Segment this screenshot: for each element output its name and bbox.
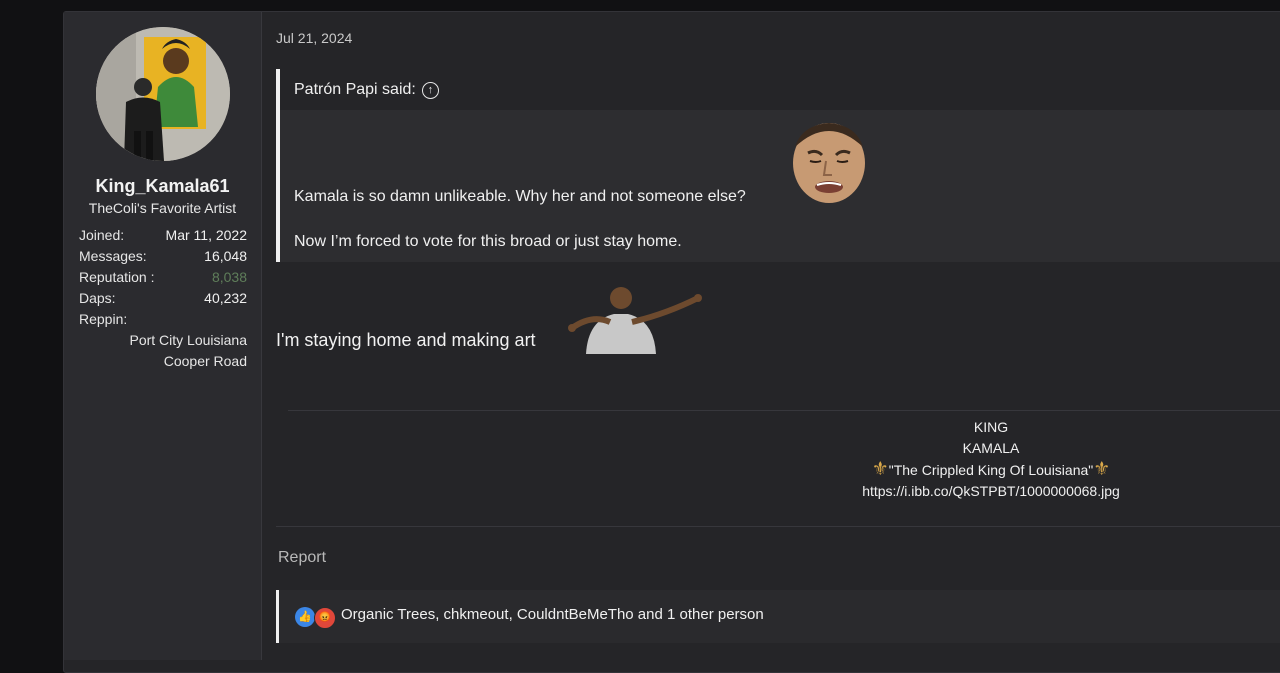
post-main: Jul 21, 2024 Patrón Papi said: ↑ Kamala i… [276, 12, 1280, 660]
avatar-image [96, 27, 230, 161]
stat-value: 8,038 [211, 269, 247, 285]
signature-link[interactable]: https://i.ibb.co/QkSTPBT/1000000068.jpg [776, 481, 1206, 502]
signature-quote: "The Crippled King Of Louisiana" [888, 462, 1094, 478]
stat-label: Reputation : [79, 269, 155, 285]
post-body-text: I'm staying home and making art [276, 330, 536, 350]
stat-reppin: Reppin: [79, 309, 247, 330]
stat-label: Joined: [79, 227, 125, 243]
reppin-line: Port City Louisiana [129, 332, 247, 348]
post-date[interactable]: Jul 21, 2024 [276, 30, 352, 46]
user-stats: Joined: Mar 11, 2022 Messages: 16,048 Re… [79, 225, 247, 372]
angry-face-icon: 😡 [314, 607, 336, 629]
stat-value: Mar 11, 2022 [165, 227, 247, 243]
stat-label: Reppin: [79, 311, 128, 327]
quote-text: Now I’m forced to vote for this broad or… [294, 233, 682, 250]
username[interactable]: King_Kamala61 [64, 176, 261, 197]
fleur-de-lis-icon: ⚜ [1093, 459, 1111, 480]
user-sidebar: King_Kamala61 TheColi's Favorite Artist … [64, 12, 262, 660]
footer-divider [276, 526, 1280, 527]
report-link[interactable]: Report [278, 549, 326, 567]
signature-line: KING [973, 419, 1009, 435]
emoji-face-image [793, 123, 865, 203]
signature-line: KAMALA [962, 440, 1020, 456]
stat-value[interactable]: 16,048 [204, 246, 247, 267]
stat-label: Daps: [79, 290, 116, 306]
signature-line: ⚜"The Crippled King Of Louisiana"⚜ [776, 459, 1206, 481]
reactions-list[interactable]: Organic Trees, chkmeout, CouldntBeMeTho … [341, 606, 764, 623]
stat-messages: Messages: 16,048 [79, 246, 247, 267]
stat-joined: Joined: Mar 11, 2022 [79, 225, 247, 246]
stat-value: 40,232 [204, 290, 247, 306]
signature: KING KAMALA ⚜"The Crippled King Of Louis… [776, 417, 1206, 502]
stat-reputation: Reputation : 8,038 [79, 267, 247, 288]
dancing-man-image [568, 287, 702, 354]
quote-block: Patrón Papi said: ↑ Kamala is so damn unl… [276, 69, 1280, 262]
fleur-de-lis-icon: ⚜ [871, 459, 889, 480]
reactions-bar: 👍 😡 Organic Trees, chkmeout, CouldntBeMe… [276, 590, 1280, 643]
quote-author[interactable]: Patrón Papi said: ↑ [294, 81, 439, 99]
quote-author-label: Patrón Papi said: [294, 81, 416, 98]
reppin-line: Cooper Road [163, 353, 247, 369]
user-title: TheColi's Favorite Artist [88, 200, 237, 216]
quote-text: Kamala is so damn unlikeable. Why her an… [294, 188, 746, 205]
quote-header: Patrón Papi said: ↑ [280, 69, 1280, 110]
stat-label: Messages: [79, 248, 147, 264]
stat-daps: Daps: 40,232 [79, 288, 247, 309]
forum-post: King_Kamala61 TheColi's Favorite Artist … [63, 11, 1280, 673]
signature-divider [288, 410, 1280, 411]
reaction-icons[interactable]: 👍 😡 [295, 607, 339, 629]
thumbs-up-icon: 👍 [295, 607, 315, 627]
arrow-up-circle-icon[interactable]: ↑ [421, 82, 439, 99]
avatar[interactable] [96, 27, 230, 161]
